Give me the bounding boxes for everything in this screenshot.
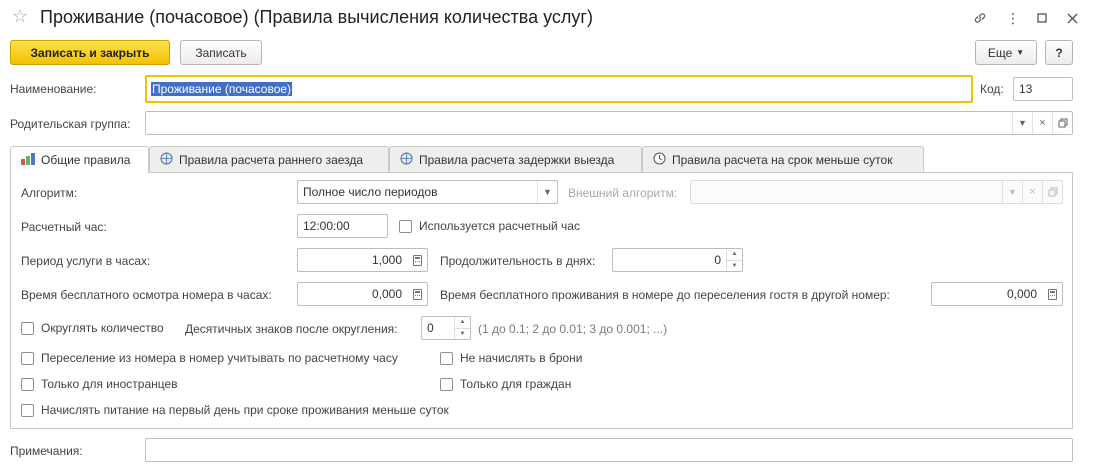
free-inspection-label: Время бесплатного осмотра номера в часах… (21, 288, 272, 302)
room-move-label: Переселение из номера в номер учитывать … (41, 351, 398, 365)
free-inspection-input[interactable]: 0,000 (297, 282, 428, 306)
code-value: 13 (1019, 82, 1033, 96)
algorithm-label: Алгоритм: (21, 186, 78, 200)
link-icon[interactable] (970, 8, 990, 28)
no-charge-booking-checkbox[interactable]: Не начислять в брони (440, 351, 583, 365)
external-algorithm-label: Внешний алгоритм: (568, 186, 678, 200)
tab-label: Общие правила (41, 153, 131, 167)
tab-less-than-day[interactable]: Правила расчета на срок меньше суток (642, 146, 924, 172)
save-button[interactable]: Записать (180, 40, 262, 65)
dropdown-arrow-icon[interactable]: ▼ (1002, 181, 1022, 203)
code-input[interactable]: 13 (1013, 77, 1073, 101)
close-icon[interactable] (1062, 8, 1082, 28)
algorithm-value: Полное число периодов (303, 185, 438, 199)
checkbox-box[interactable] (440, 351, 453, 365)
maximize-icon[interactable] (1032, 8, 1052, 28)
calc-hour-value: 12:00:00 (303, 219, 350, 233)
duration-days-input[interactable]: 0 ▲ ▼ (612, 248, 743, 272)
clear-icon[interactable]: × (1022, 181, 1042, 203)
tab-label: Правила расчета на срок меньше суток (672, 152, 893, 167)
globe-icon (160, 152, 173, 168)
spin-up-icon[interactable]: ▲ (455, 317, 470, 329)
round-qty-checkbox[interactable]: Округлять количество (21, 321, 164, 335)
tab-label: Правила расчета задержки выезда (419, 152, 615, 167)
checkbox-box[interactable] (21, 321, 34, 335)
dropdown-arrow-icon[interactable]: ▼ (537, 181, 557, 203)
spin-down-icon[interactable]: ▼ (455, 329, 470, 340)
spinner[interactable]: ▲ ▼ (454, 317, 470, 339)
name-label: Наименование: (10, 82, 97, 96)
checkbox-box[interactable] (21, 351, 34, 365)
foreigners-only-checkbox[interactable]: Только для иностранцев (21, 377, 178, 391)
citizens-only-label: Только для граждан (460, 377, 572, 391)
parent-group-label: Родительская группа: (10, 117, 131, 131)
clear-icon[interactable]: × (1032, 112, 1052, 134)
round-qty-label: Округлять количество (41, 321, 164, 335)
save-and-close-button[interactable]: Записать и закрыть (10, 40, 170, 65)
open-icon[interactable] (1052, 112, 1072, 134)
duration-days-value: 0 (714, 253, 721, 267)
tab-late-checkout[interactable]: Правила расчета задержки выезда (389, 146, 642, 172)
meals-first-day-checkbox[interactable]: Начислять питание на первый день при сро… (21, 403, 449, 417)
chevron-down-icon: ▼ (1016, 48, 1025, 57)
no-charge-booking-label: Не начислять в брони (460, 351, 583, 365)
service-period-input[interactable]: 1,000 (297, 248, 428, 272)
dropdown-arrow-icon[interactable]: ▼ (1012, 112, 1032, 134)
notes-input[interactable] (145, 438, 1073, 462)
calculator-icon[interactable] (1042, 283, 1062, 305)
room-move-checkbox[interactable]: Переселение из номера в номер учитывать … (21, 351, 398, 365)
spin-down-icon[interactable]: ▼ (727, 261, 742, 272)
uses-calc-hour-checkbox[interactable]: Используется расчетный час (399, 219, 580, 233)
calc-hour-input[interactable]: 12:00:00 (297, 214, 388, 238)
free-inspection-value: 0,000 (371, 287, 402, 301)
more-button[interactable]: Еще ▼ (975, 40, 1037, 65)
service-period-value: 1,000 (371, 253, 402, 267)
decimals-input[interactable]: 0 ▲ ▼ (421, 316, 471, 340)
foreigners-only-label: Только для иностранцев (41, 377, 178, 391)
tab-label: Правила расчета раннего заезда (179, 152, 364, 167)
name-input[interactable]: Проживание (почасовое) (145, 75, 973, 103)
citizens-only-checkbox[interactable]: Только для граждан (440, 377, 571, 391)
free-stay-value: 0,000 (1006, 287, 1037, 301)
checkbox-box[interactable] (440, 377, 453, 391)
spin-up-icon[interactable]: ▲ (727, 249, 742, 261)
favorite-star-icon[interactable]: ☆ (12, 6, 28, 27)
checkbox-box[interactable] (21, 377, 34, 391)
more-button-label: Еще (987, 45, 1013, 60)
checkbox-box[interactable] (399, 219, 412, 233)
decimals-label: Десятичных знаков после округления: (185, 322, 398, 336)
more-vertical-icon[interactable]: ⋮ (1003, 8, 1023, 28)
code-label: Код: (980, 82, 1004, 96)
free-stay-input[interactable]: 0,000 (931, 282, 1063, 306)
decimals-hint: (1 до 0.1; 2 до 0.01; 3 до 0.001; ...) (478, 322, 668, 336)
parent-group-input[interactable]: ▼ × (145, 111, 1073, 135)
calculator-icon[interactable] (407, 249, 427, 271)
service-period-label: Период услуги в часах: (21, 254, 151, 268)
window-title: Проживание (почасовое) (Правила вычислен… (40, 7, 593, 27)
tab-general-rules[interactable]: Общие правила (10, 146, 149, 173)
duration-days-label: Продолжительность в днях: (440, 254, 596, 268)
checkbox-box[interactable] (21, 403, 34, 417)
rules-icon (21, 152, 35, 168)
calculator-icon[interactable] (407, 283, 427, 305)
clock-icon (653, 152, 666, 168)
external-algorithm-input[interactable]: ▼ × (690, 180, 1063, 204)
help-button[interactable]: ? (1045, 40, 1073, 65)
uses-calc-hour-label: Используется расчетный час (419, 219, 580, 233)
tab-early-checkin[interactable]: Правила расчета раннего заезда (149, 146, 389, 172)
notes-label: Примечания: (10, 444, 83, 458)
open-icon[interactable] (1042, 181, 1062, 203)
spinner[interactable]: ▲ ▼ (726, 249, 742, 271)
calc-hour-label: Расчетный час: (21, 220, 107, 234)
free-stay-label: Время бесплатного проживания в номере до… (440, 288, 890, 302)
name-value: Проживание (почасовое) (151, 82, 293, 96)
meals-first-day-label: Начислять питание на первый день при сро… (41, 403, 449, 417)
globe-icon (400, 152, 413, 168)
decimals-value: 0 (427, 321, 434, 335)
algorithm-select[interactable]: Полное число периодов ▼ (297, 180, 558, 204)
